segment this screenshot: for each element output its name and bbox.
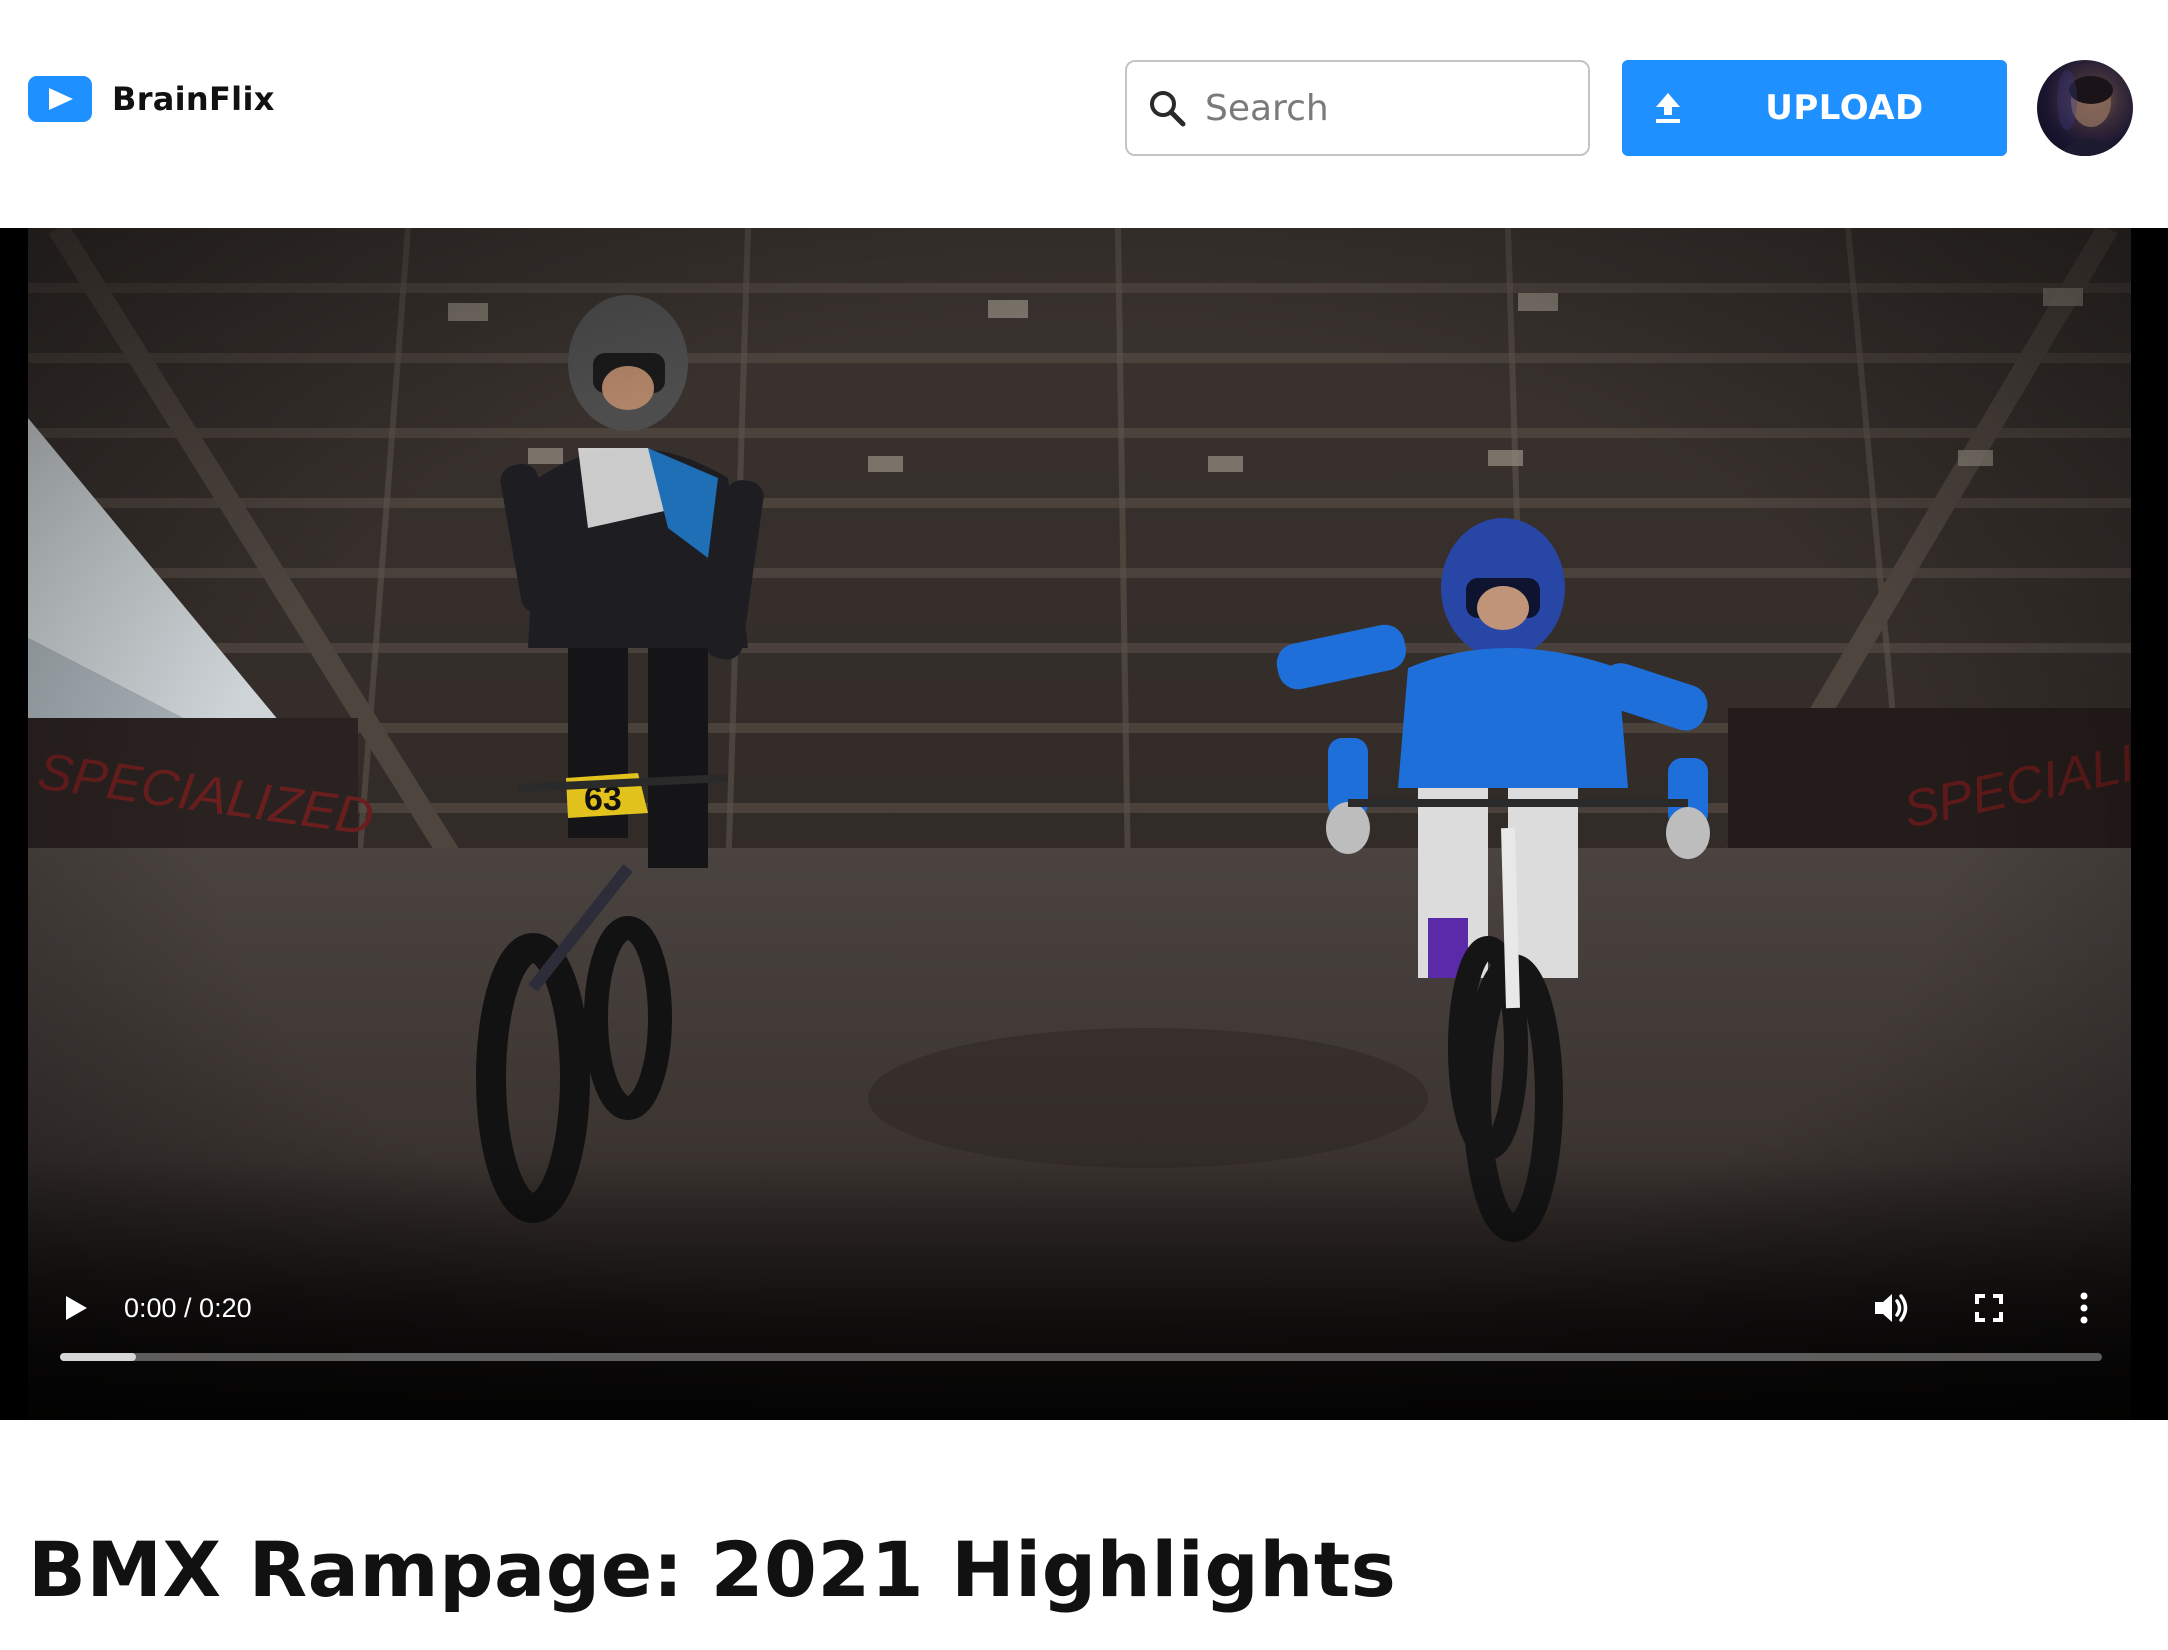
play-logo-icon	[28, 76, 92, 122]
play-button[interactable]	[48, 1280, 104, 1336]
search-input[interactable]	[1205, 78, 1565, 138]
brand-name: BrainFlix	[112, 80, 275, 118]
volume-button[interactable]	[1864, 1280, 1920, 1336]
search-box[interactable]	[1125, 60, 1590, 156]
fullscreen-button[interactable]	[1961, 1280, 2017, 1336]
volume-icon	[1875, 1294, 1908, 1322]
more-vertical-icon	[2080, 1292, 2088, 1324]
time-display: 0:00 / 0:20	[124, 1293, 252, 1323]
site-header: BrainFlix UPLOAD	[0, 0, 2168, 228]
play-icon	[66, 1296, 87, 1320]
progress-buffered	[60, 1353, 136, 1361]
controls-overlay	[0, 1160, 2168, 1420]
upload-button[interactable]: UPLOAD	[1622, 60, 2007, 156]
avatar-portrait	[2057, 70, 2123, 156]
search-icon	[1147, 88, 1187, 128]
fullscreen-icon	[1975, 1294, 2003, 1322]
video-player[interactable]: SPECIALIZED SPECIALIZ 63	[0, 228, 2168, 1420]
progress-bar[interactable]	[60, 1353, 2102, 1361]
video-title: BMX Rampage: 2021 Highlights	[28, 1525, 1397, 1614]
upload-label: UPLOAD	[1765, 88, 1924, 128]
brainflix-logo[interactable]: BrainFlix	[28, 76, 275, 122]
user-avatar[interactable]	[2037, 60, 2133, 156]
more-options-button[interactable]	[2056, 1280, 2112, 1336]
